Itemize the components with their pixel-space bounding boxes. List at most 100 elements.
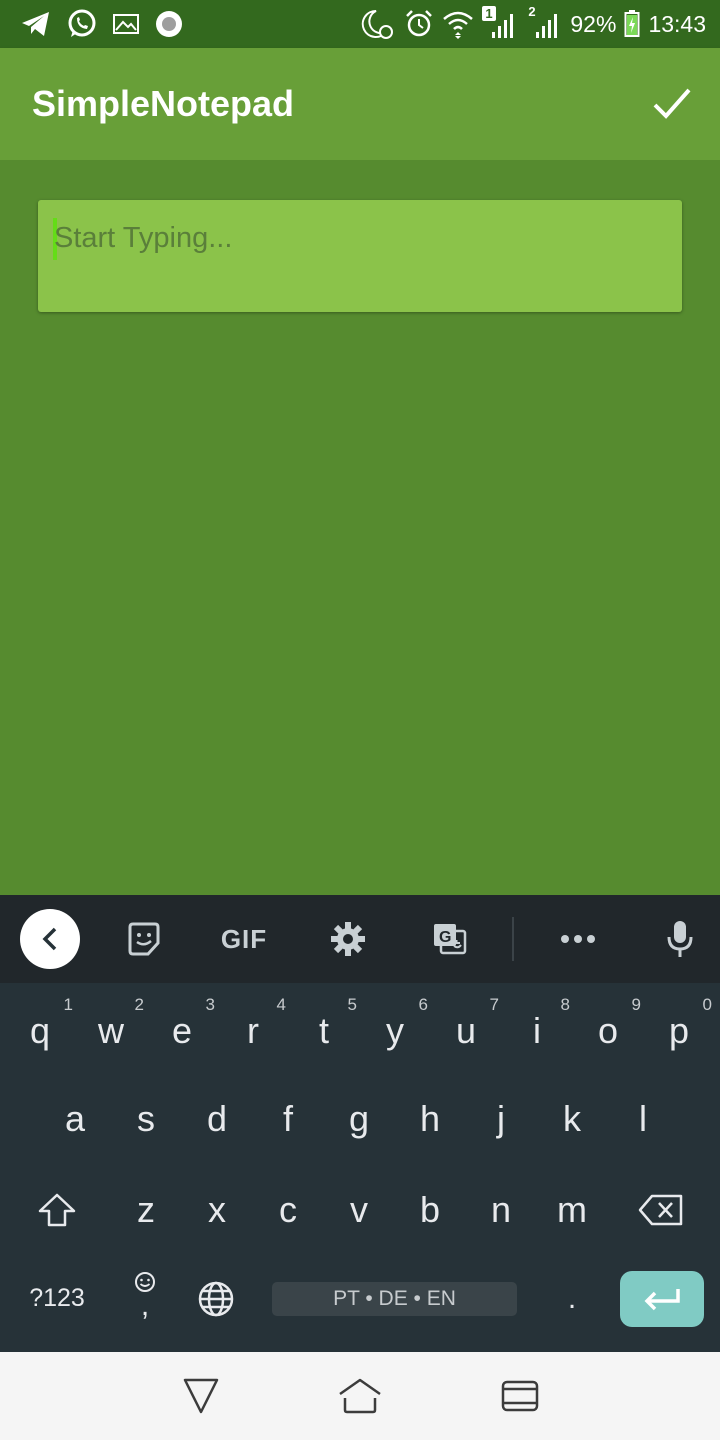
key-label: f bbox=[282, 1098, 293, 1139]
key-p[interactable]: p0 bbox=[644, 991, 714, 1071]
key-q[interactable]: q1 bbox=[5, 991, 75, 1071]
key-x[interactable]: x bbox=[182, 1170, 252, 1250]
key-label: x bbox=[208, 1189, 226, 1230]
more-dots-icon bbox=[561, 935, 595, 943]
back-triangle-icon[interactable] bbox=[177, 1376, 225, 1416]
symbols-key[interactable]: ?123 bbox=[22, 1270, 92, 1326]
sim1-signal: 1 bbox=[482, 6, 518, 40]
key-z[interactable]: z bbox=[111, 1170, 181, 1250]
back-chevron-icon bbox=[42, 927, 57, 951]
key-b[interactable]: b bbox=[395, 1170, 465, 1250]
key-o[interactable]: o9 bbox=[573, 991, 643, 1071]
keyboard: q1w2e3r4t5y6u7i8o9p0 asdfghjkl zxcvbnm ?… bbox=[0, 983, 720, 1352]
backspace-key[interactable] bbox=[626, 1170, 696, 1250]
key-hint-number: 1 bbox=[63, 995, 73, 1014]
key-h[interactable]: h bbox=[395, 1079, 465, 1159]
shift-arrow-icon bbox=[38, 1193, 76, 1227]
key-i[interactable]: i8 bbox=[502, 991, 572, 1071]
keyboard-settings-button[interactable] bbox=[322, 895, 374, 983]
period-label: . bbox=[567, 1282, 577, 1315]
key-t[interactable]: t5 bbox=[289, 991, 359, 1071]
gif-button[interactable]: GIF bbox=[210, 895, 278, 983]
key-label: e bbox=[171, 1010, 193, 1051]
key-d[interactable]: d bbox=[182, 1079, 252, 1159]
shift-key[interactable] bbox=[22, 1170, 92, 1250]
key-n[interactable]: n bbox=[466, 1170, 536, 1250]
key-u[interactable]: u7 bbox=[431, 991, 501, 1071]
key-label: d bbox=[206, 1098, 228, 1139]
language-key[interactable] bbox=[181, 1259, 251, 1339]
key-label: p bbox=[668, 1010, 690, 1051]
note-placeholder: Start Typing... bbox=[54, 222, 233, 254]
wifi-icon bbox=[443, 11, 474, 39]
key-s[interactable]: s bbox=[111, 1079, 181, 1159]
key-hint-number: 5 bbox=[347, 995, 357, 1014]
key-label: u bbox=[455, 1010, 477, 1051]
key-k[interactable]: k bbox=[537, 1079, 607, 1159]
key-hint-number: 9 bbox=[631, 995, 641, 1014]
key-label: m bbox=[557, 1189, 587, 1230]
period-key[interactable]: . bbox=[537, 1259, 607, 1339]
checkmark-icon[interactable] bbox=[652, 86, 692, 122]
night-mode-icon bbox=[362, 9, 394, 39]
key-hint-number: 0 bbox=[702, 995, 712, 1014]
more-options-button[interactable] bbox=[552, 895, 604, 983]
key-r[interactable]: r4 bbox=[218, 991, 288, 1071]
key-label: s bbox=[137, 1098, 155, 1139]
voice-input-button[interactable] bbox=[656, 895, 704, 983]
key-label: z bbox=[137, 1189, 155, 1230]
key-hint-number: 6 bbox=[418, 995, 428, 1014]
key-label: r bbox=[247, 1010, 259, 1051]
microphone-icon bbox=[667, 921, 693, 957]
app-bar: SimpleNotepad bbox=[0, 48, 720, 160]
battery-icon bbox=[624, 10, 640, 37]
key-l[interactable]: l bbox=[608, 1079, 678, 1159]
key-hint-number: 4 bbox=[276, 995, 286, 1014]
comma-label: , bbox=[140, 1289, 150, 1322]
key-e[interactable]: e3 bbox=[147, 991, 217, 1071]
home-icon[interactable] bbox=[336, 1376, 384, 1416]
key-m[interactable]: m bbox=[537, 1170, 607, 1250]
keyboard-collapse-button[interactable] bbox=[20, 909, 80, 969]
key-label: h bbox=[419, 1098, 441, 1139]
notification-icons bbox=[0, 8, 184, 40]
space-key-label: PT • DE • EN bbox=[333, 1287, 456, 1310]
keyboard-toolbar: GIF G bbox=[0, 895, 720, 983]
key-label: n bbox=[490, 1189, 512, 1230]
translate-icon: G bbox=[434, 924, 467, 955]
key-a[interactable]: a bbox=[40, 1079, 110, 1159]
key-j[interactable]: j bbox=[466, 1079, 536, 1159]
sticker-icon bbox=[128, 922, 160, 956]
key-hint-number: 7 bbox=[489, 995, 499, 1014]
key-c[interactable]: c bbox=[253, 1170, 323, 1250]
key-y[interactable]: y6 bbox=[360, 991, 430, 1071]
translate-button[interactable]: G bbox=[424, 895, 476, 983]
note-input[interactable]: Start Typing... bbox=[38, 200, 682, 312]
navigation-bar bbox=[0, 1352, 720, 1440]
status-bar: 1 2 92% 13:43 bbox=[0, 0, 720, 48]
key-g[interactable]: g bbox=[324, 1079, 394, 1159]
recents-icon[interactable] bbox=[496, 1376, 544, 1416]
key-w[interactable]: w2 bbox=[76, 991, 146, 1071]
toolbar-divider bbox=[512, 917, 514, 961]
gallery-icon bbox=[113, 14, 139, 34]
key-v[interactable]: v bbox=[324, 1170, 394, 1250]
comma-emoji-key[interactable]: , bbox=[110, 1259, 180, 1339]
sim2-signal: 2 bbox=[526, 4, 562, 40]
sticker-button[interactable] bbox=[118, 895, 170, 983]
enter-key[interactable] bbox=[620, 1271, 704, 1327]
telegram-icon bbox=[22, 12, 49, 36]
key-label: i bbox=[533, 1010, 541, 1051]
clock: 13:43 bbox=[648, 10, 706, 37]
globe-icon bbox=[198, 1281, 234, 1317]
key-label: a bbox=[64, 1098, 86, 1139]
key-label: g bbox=[348, 1098, 370, 1139]
enter-arrow-icon bbox=[644, 1289, 680, 1311]
key-hint-number: 3 bbox=[205, 995, 215, 1014]
key-label: y bbox=[386, 1010, 404, 1051]
key-f[interactable]: f bbox=[253, 1079, 323, 1159]
backspace-icon bbox=[638, 1194, 683, 1226]
key-label: q bbox=[29, 1010, 51, 1051]
signal-icon bbox=[536, 14, 558, 38]
space-key[interactable]: PT • DE • EN bbox=[272, 1282, 517, 1316]
